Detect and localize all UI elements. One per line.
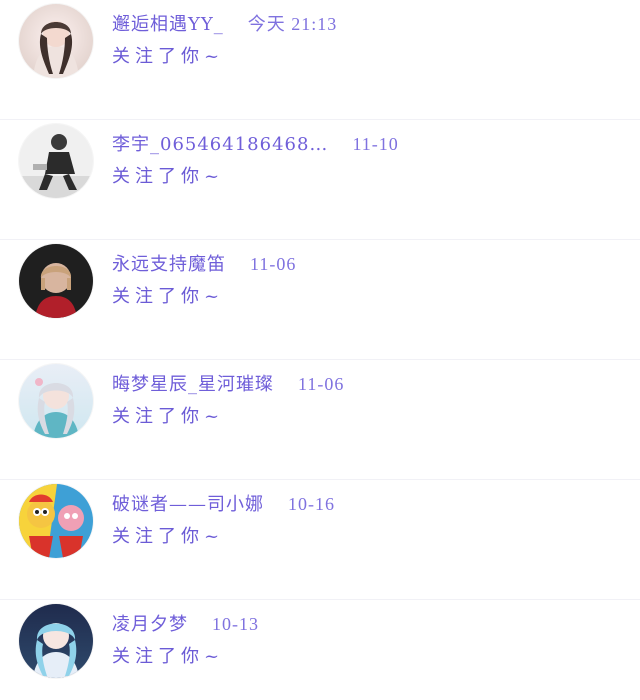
- avatar[interactable]: [19, 4, 93, 78]
- timestamp: 11-06: [298, 374, 345, 394]
- notification-meta: 永远支持魔笛 11-06 关注了你~: [112, 250, 628, 308]
- avatar[interactable]: [19, 244, 93, 318]
- notification-message: 关注了你~: [112, 526, 225, 547]
- notification-header: 晦梦星辰_星河璀璨 11-06: [112, 370, 628, 396]
- notification-meta: 晦梦星辰_星河璀璨 11-06 关注了你~: [112, 370, 628, 428]
- avatar-image: [19, 364, 93, 438]
- notification-item[interactable]: 破谜者——司小娜 10-16 关注了你~: [0, 480, 640, 600]
- notification-header: 邂逅相遇YY_ 今天 21:13: [112, 10, 628, 36]
- timestamp: 今天 21:13: [247, 14, 338, 34]
- notification-item[interactable]: 晦梦星辰_星河璀璨 11-06 关注了你~: [0, 360, 640, 480]
- timestamp: 11-10: [352, 134, 399, 154]
- avatar-image: [19, 604, 93, 678]
- notification-item[interactable]: 李宇_065464186468… 11-10 关注了你~: [0, 120, 640, 240]
- notification-message: 关注了你~: [112, 406, 225, 427]
- username[interactable]: 破谜者——司小娜: [112, 490, 264, 516]
- follow-notification-list: 邂逅相遇YY_ 今天 21:13 关注了你~ 李宇_065464186468… …: [0, 0, 640, 700]
- notification-item[interactable]: 凌月夕梦 10-13 关注了你~: [0, 600, 640, 700]
- notification-header: 永远支持魔笛 11-06: [112, 250, 628, 276]
- timestamp: 10-13: [212, 614, 259, 634]
- avatar[interactable]: [19, 484, 93, 558]
- timestamp: 10-16: [288, 494, 335, 514]
- notification-meta: 李宇_065464186468… 11-10 关注了你~: [112, 130, 628, 188]
- username[interactable]: 李宇_065464186468…: [112, 130, 328, 156]
- avatar[interactable]: [19, 124, 93, 198]
- notification-item[interactable]: 永远支持魔笛 11-06 关注了你~: [0, 240, 640, 360]
- notification-header: 凌月夕梦 10-13: [112, 610, 628, 636]
- avatar-image: [19, 484, 93, 558]
- username[interactable]: 邂逅相遇YY_: [112, 10, 224, 36]
- timestamp: 11-06: [250, 254, 297, 274]
- avatar-image: [19, 124, 93, 198]
- notification-header: 破谜者——司小娜 10-16: [112, 490, 628, 516]
- notification-item[interactable]: 邂逅相遇YY_ 今天 21:13 关注了你~: [0, 0, 640, 120]
- notification-meta: 破谜者——司小娜 10-16 关注了你~: [112, 490, 628, 548]
- notification-meta: 邂逅相遇YY_ 今天 21:13 关注了你~: [112, 10, 628, 68]
- username[interactable]: 永远支持魔笛: [112, 250, 226, 276]
- username[interactable]: 凌月夕梦: [112, 610, 188, 636]
- avatar-image: [19, 4, 93, 78]
- avatar-image: [19, 244, 93, 318]
- avatar[interactable]: [19, 604, 93, 678]
- username[interactable]: 晦梦星辰_星河璀璨: [112, 370, 274, 396]
- notification-message: 关注了你~: [112, 46, 225, 67]
- avatar[interactable]: [19, 364, 93, 438]
- notification-header: 李宇_065464186468… 11-10: [112, 130, 628, 156]
- notification-meta: 凌月夕梦 10-13 关注了你~: [112, 610, 628, 668]
- notification-message: 关注了你~: [112, 166, 225, 187]
- notification-message: 关注了你~: [112, 286, 225, 307]
- notification-message: 关注了你~: [112, 646, 225, 667]
